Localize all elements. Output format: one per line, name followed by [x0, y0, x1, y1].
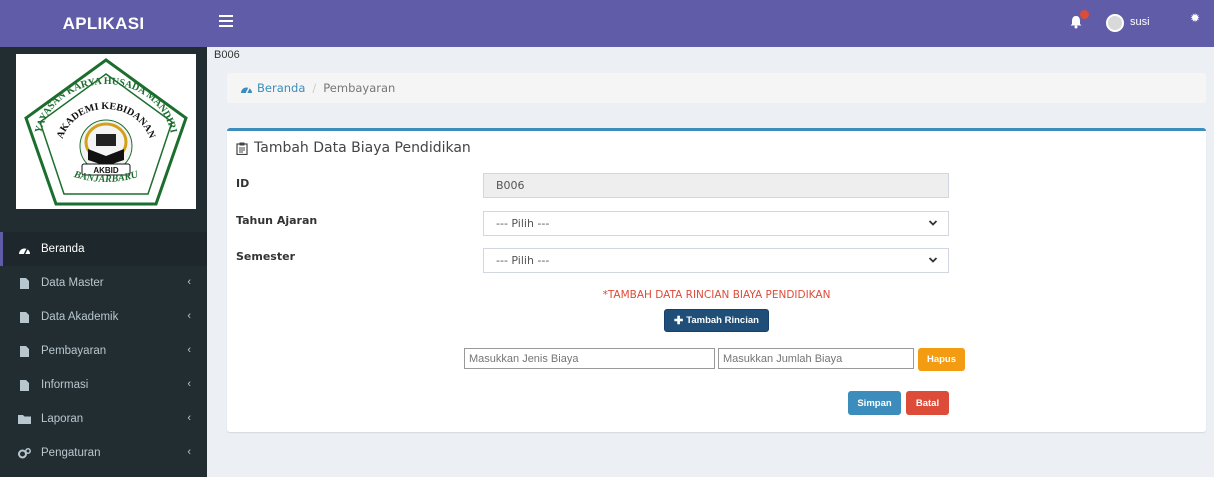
tahun-ajaran-label: Tahun Ajaran	[236, 214, 318, 227]
tahun-ajaran-select[interactable]: --- Pilih ---	[483, 211, 949, 236]
semester-select[interactable]: --- Pilih ---	[483, 248, 949, 273]
sidebar-item-label: Laporan	[41, 413, 84, 425]
form-title-text: Tambah Data Biaya Pendidikan	[254, 140, 471, 156]
chevron-down-icon	[928, 220, 938, 226]
app-brand[interactable]: APLIKASI	[0, 0, 207, 47]
chevron-left-icon: ‹	[187, 412, 191, 424]
sidebar-item-pembayaran[interactable]: Pembayaran ‹	[0, 334, 207, 368]
gear-icon[interactable]: ✹	[1190, 11, 1200, 25]
tambah-rincian-button[interactable]: ✚ Tambah Rincian	[664, 309, 769, 332]
chevron-down-icon	[928, 257, 938, 263]
jenis-biaya-input[interactable]	[464, 348, 715, 369]
file-icon	[20, 345, 29, 357]
file-icon	[20, 277, 29, 289]
simpan-button[interactable]: Simpan	[848, 391, 901, 415]
file-icon	[20, 311, 29, 323]
sidebar-item-informasi[interactable]: Informasi ‹	[0, 368, 207, 402]
page-code: B006	[214, 49, 240, 61]
jumlah-biaya-input[interactable]	[718, 348, 914, 369]
breadcrumb-separator: /	[312, 81, 317, 95]
sidebar-item-label: Beranda	[41, 243, 85, 255]
semester-value: --- Pilih ---	[496, 254, 550, 267]
top-navbar: susi ✹	[207, 0, 1214, 47]
avatar[interactable]	[1106, 14, 1124, 32]
folder-icon	[18, 414, 31, 424]
chevron-left-icon: ‹	[187, 276, 191, 288]
sidebar-item-beranda[interactable]: Beranda	[0, 232, 207, 266]
sidebar-item-label: Pembayaran	[41, 345, 107, 357]
sidebar-item-label: Data Akademik	[41, 311, 119, 323]
id-label: ID	[236, 177, 250, 190]
chevron-left-icon: ‹	[187, 378, 191, 390]
breadcrumb-current: Pembayaran	[323, 81, 396, 95]
semester-label: Semester	[236, 250, 295, 263]
id-value: B006	[496, 179, 525, 192]
dashboard-icon	[241, 87, 252, 93]
rincian-note: *TAMBAH DATA RINCIAN BIAYA PENDIDIKAN	[602, 289, 831, 301]
logo: YAYASAN KARYA HUSADA MANDIRI AKADEMI KEB…	[16, 54, 196, 209]
breadcrumb-home-label: Beranda	[257, 81, 306, 95]
breadcrumb: Beranda / Pembayaran	[227, 73, 1206, 103]
chevron-left-icon: ‹	[187, 446, 191, 458]
user-name[interactable]: susi	[1130, 16, 1150, 28]
sidebar-item-label: Data Master	[41, 277, 104, 289]
breadcrumb-home[interactable]: Beranda	[240, 81, 305, 95]
file-icon	[20, 379, 29, 391]
sidebar-item-label: Informasi	[41, 379, 89, 391]
tambah-rincian-label: Tambah Rincian	[686, 315, 759, 326]
sidebar-toggle-icon[interactable]	[219, 13, 233, 27]
hapus-button[interactable]: Hapus	[918, 348, 965, 371]
tahun-ajaran-value: --- Pilih ---	[496, 217, 550, 230]
batal-button[interactable]: Batal	[906, 391, 949, 415]
chevron-left-icon: ‹	[187, 310, 191, 322]
form-title: Tambah Data Biaya Pendidikan	[236, 140, 471, 156]
sidebar-item-data-akademik[interactable]: Data Akademik ‹	[0, 300, 207, 334]
form-box: Tambah Data Biaya Pendidikan ID B006 Tah…	[227, 128, 1206, 432]
sidebar-item-laporan[interactable]: Laporan ‹	[0, 402, 207, 436]
sidebar-item-pengaturan[interactable]: Pengaturan ‹	[0, 436, 207, 470]
clipboard-icon	[236, 142, 248, 155]
plus-icon: ✚	[674, 315, 684, 327]
chevron-left-icon: ‹	[187, 344, 191, 356]
notification-badge	[1080, 10, 1089, 19]
id-field[interactable]: B006	[483, 173, 949, 198]
sidebar-item-label: Pengaturan	[41, 447, 101, 459]
cogs-icon	[18, 447, 31, 458]
dashboard-icon	[19, 248, 30, 254]
sidebar-menu: Beranda Data Master ‹ Data Akademik ‹ Pe…	[0, 232, 207, 470]
sidebar-item-data-master[interactable]: Data Master ‹	[0, 266, 207, 300]
